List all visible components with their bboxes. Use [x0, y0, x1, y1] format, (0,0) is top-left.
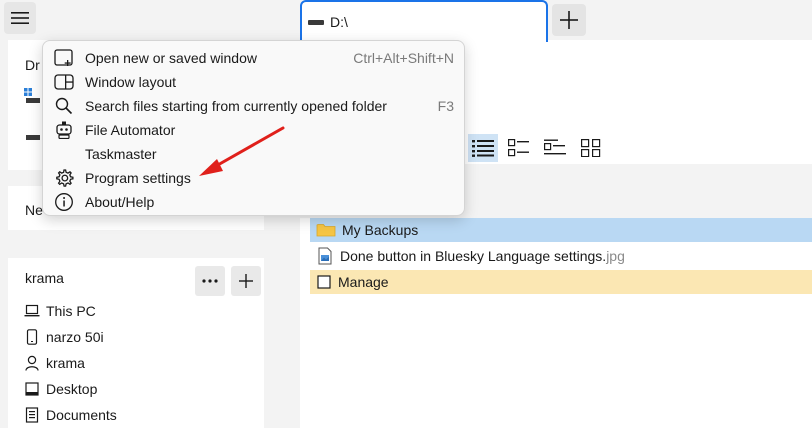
large-icons-view-icon — [581, 139, 601, 157]
windows-logo-icon — [24, 88, 32, 96]
menu-item-shortcut: F3 — [437, 98, 454, 114]
menu-item-search-files[interactable]: Search files starting from currently ope… — [43, 94, 464, 118]
laptop-icon — [24, 303, 40, 319]
menu-item-label: Search files starting from currently ope… — [85, 98, 387, 114]
file-row-manage[interactable]: Manage — [310, 270, 812, 294]
drives-card-title: Dr — [25, 57, 40, 73]
tree-item-desktop[interactable]: Desktop — [8, 376, 264, 402]
tree-item-label: Documents — [46, 407, 117, 423]
tiles-view-icon — [508, 139, 529, 157]
tree-item-documents[interactable]: Documents — [8, 402, 264, 428]
content-view-icon — [544, 139, 566, 155]
content-view-button[interactable] — [540, 134, 570, 162]
icons-view-button[interactable] — [576, 134, 606, 162]
list-view-icon — [472, 140, 494, 157]
window-layout-icon — [53, 72, 75, 92]
tiles-view-button[interactable] — [504, 134, 534, 162]
file-row-folder[interactable]: My Backups — [310, 218, 812, 242]
documents-icon — [24, 407, 40, 423]
user-tree: This PC narzo 50i krama Desktop Document… — [8, 298, 264, 428]
drive-icon — [26, 98, 40, 103]
desktop-icon — [24, 381, 40, 397]
new-tab-button[interactable] — [552, 4, 586, 36]
user-section-title: krama — [25, 270, 64, 286]
tab-title: D:\ — [330, 14, 348, 30]
tree-item-this-pc[interactable]: This PC — [8, 298, 264, 324]
tree-item-label: narzo 50i — [46, 329, 104, 345]
file-row-image[interactable]: Done button in Bluesky Language settings… — [310, 244, 812, 268]
tree-item-label: krama — [46, 355, 85, 371]
robot-icon — [53, 120, 75, 140]
file-name: My Backups — [342, 222, 419, 238]
menu-item-label: About/Help — [85, 194, 155, 210]
add-location-button[interactable] — [231, 266, 261, 296]
tab-drive-d[interactable]: D:\ — [300, 0, 548, 42]
more-icon — [202, 279, 218, 283]
search-icon — [53, 96, 75, 116]
folder-icon — [316, 222, 336, 238]
hamburger-menu-button[interactable] — [4, 2, 36, 34]
tree-item-label: This PC — [46, 303, 96, 319]
phone-icon — [24, 329, 40, 345]
user-icon — [24, 355, 40, 371]
hamburger-icon — [11, 12, 29, 24]
plus-icon — [239, 274, 253, 288]
drive-icon — [308, 19, 324, 25]
tree-item-phone[interactable]: narzo 50i — [8, 324, 264, 350]
new-window-icon — [53, 48, 75, 68]
menu-item-label: Open new or saved window — [85, 50, 257, 66]
menu-item-label: Window layout — [85, 74, 177, 90]
menu-item-shortcut: Ctrl+Alt+Shift+N — [353, 50, 454, 66]
image-file-icon — [316, 247, 334, 265]
network-card-title: Ne — [25, 202, 43, 218]
menu-item-about-help[interactable]: About/Help — [43, 190, 464, 214]
view-mode-toolbar — [468, 134, 606, 162]
plus-icon — [560, 11, 578, 29]
tree-item-user[interactable]: krama — [8, 350, 264, 376]
gear-icon — [53, 168, 75, 188]
file-name: Manage — [338, 274, 389, 290]
file-extension: jpg — [606, 248, 625, 264]
details-view-button[interactable] — [468, 134, 498, 162]
file-name: Done button in Bluesky Language settings… — [340, 248, 625, 264]
info-icon — [53, 192, 75, 212]
menu-item-window-layout[interactable]: Window layout — [43, 70, 464, 94]
more-options-button[interactable] — [195, 266, 225, 296]
drive-icon — [26, 135, 40, 140]
menu-item-open-new-window[interactable]: Open new or saved window Ctrl+Alt+Shift+… — [43, 46, 464, 70]
checkbox-icon[interactable] — [316, 274, 332, 290]
tree-item-label: Desktop — [46, 381, 98, 397]
annotation-arrow-icon — [199, 126, 285, 176]
